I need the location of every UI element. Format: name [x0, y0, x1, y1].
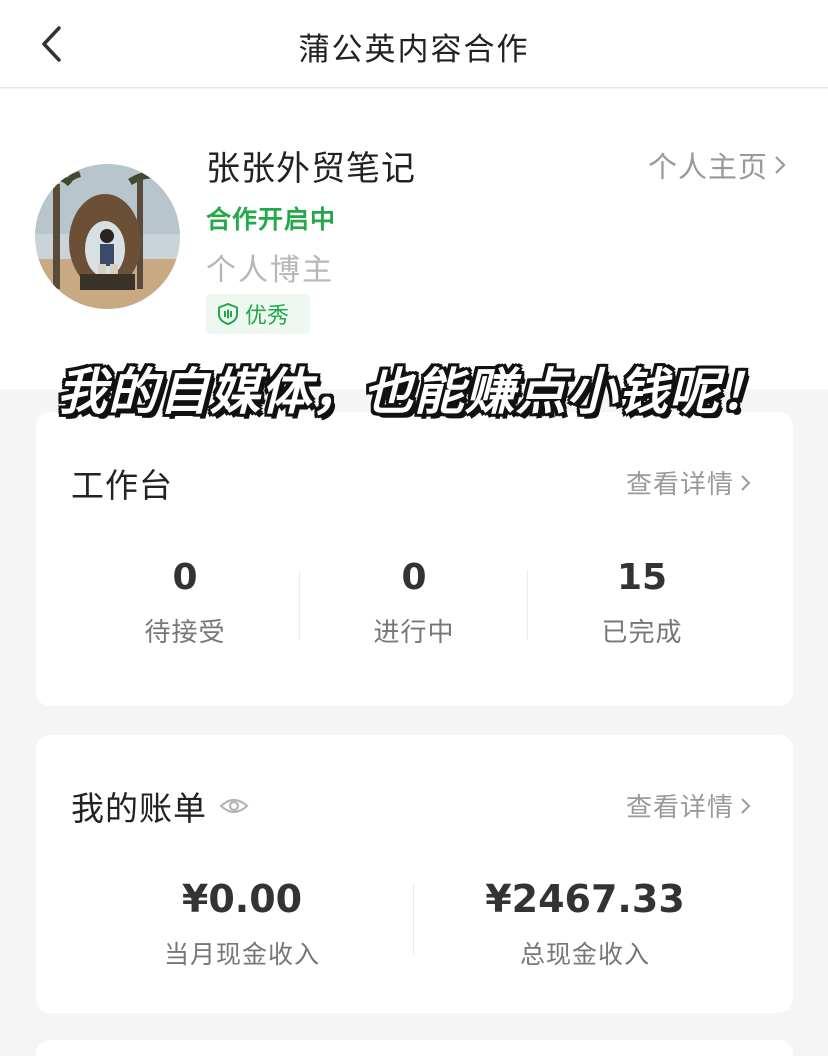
monthly-cash-income-label: 当月现金收入	[163, 940, 320, 969]
chevron-right-icon	[741, 797, 751, 814]
profile-home-link[interactable]: 个人主页	[648, 144, 786, 186]
bill-details-label: 查看详情	[625, 793, 734, 823]
workbench-card: 工作台 查看详情 0 待接受 0 进行中 15 已完成	[36, 412, 793, 706]
total-cash-income-value: ¥2467.33	[485, 877, 685, 921]
stat-pending-label: 待接受	[144, 618, 226, 648]
total-cash-income[interactable]: ¥2467.33 总现金收入	[414, 877, 756, 971]
profile-section: 张张外贸笔记 合作开启中 个人博主 优秀 个人主页	[0, 89, 828, 389]
workbench-details-link[interactable]: 查看详情	[626, 464, 751, 501]
bill-card: 我的账单 查看详情 ¥0.00 当月现金收入 ¥2467.33 总现金收入	[36, 735, 793, 1013]
stat-in-progress-label: 进行中	[373, 618, 455, 648]
navbar: 蒲公英内容合作	[0, 0, 828, 88]
chevron-right-icon	[775, 156, 786, 174]
profile-home-label: 个人主页	[647, 150, 768, 184]
workbench-details-label: 查看详情	[625, 470, 734, 500]
total-cash-income-label: 总现金收入	[519, 940, 650, 969]
rating-badge: 优秀	[206, 294, 310, 334]
stat-pending[interactable]: 0 待接受	[71, 557, 299, 649]
badge-label: 优秀	[245, 304, 290, 329]
bill-details-link[interactable]: 查看详情	[626, 787, 751, 824]
bill-title-text: 我的账单	[71, 789, 207, 828]
workbench-title-text: 工作台	[71, 466, 173, 505]
next-card	[36, 1040, 793, 1056]
stat-completed-label: 已完成	[601, 618, 683, 648]
monthly-cash-income-value: ¥0.00	[181, 877, 303, 921]
chevron-right-icon	[741, 474, 751, 491]
avatar[interactable]	[35, 164, 180, 309]
shield-icon	[218, 302, 238, 326]
monthly-cash-income[interactable]: ¥0.00 当月现金收入	[71, 877, 413, 971]
bill-title: 我的账单	[71, 782, 249, 830]
stat-pending-value: 0	[172, 557, 198, 598]
stat-in-progress-value: 0	[401, 557, 427, 598]
account-type: 个人博主	[206, 253, 334, 288]
workbench-title: 工作台	[71, 459, 173, 507]
overlay-caption: 我的自媒体，也能赚点小钱呢！	[57, 363, 771, 421]
stat-completed[interactable]: 15 已完成	[528, 557, 756, 649]
page-title: 蒲公英内容合作	[298, 32, 530, 68]
cooperation-status: 合作开启中	[206, 205, 337, 234]
eye-icon[interactable]	[219, 796, 249, 816]
stat-in-progress[interactable]: 0 进行中	[300, 557, 528, 649]
stat-completed-value: 15	[616, 557, 668, 598]
profile-name: 张张外贸笔记	[206, 149, 416, 189]
